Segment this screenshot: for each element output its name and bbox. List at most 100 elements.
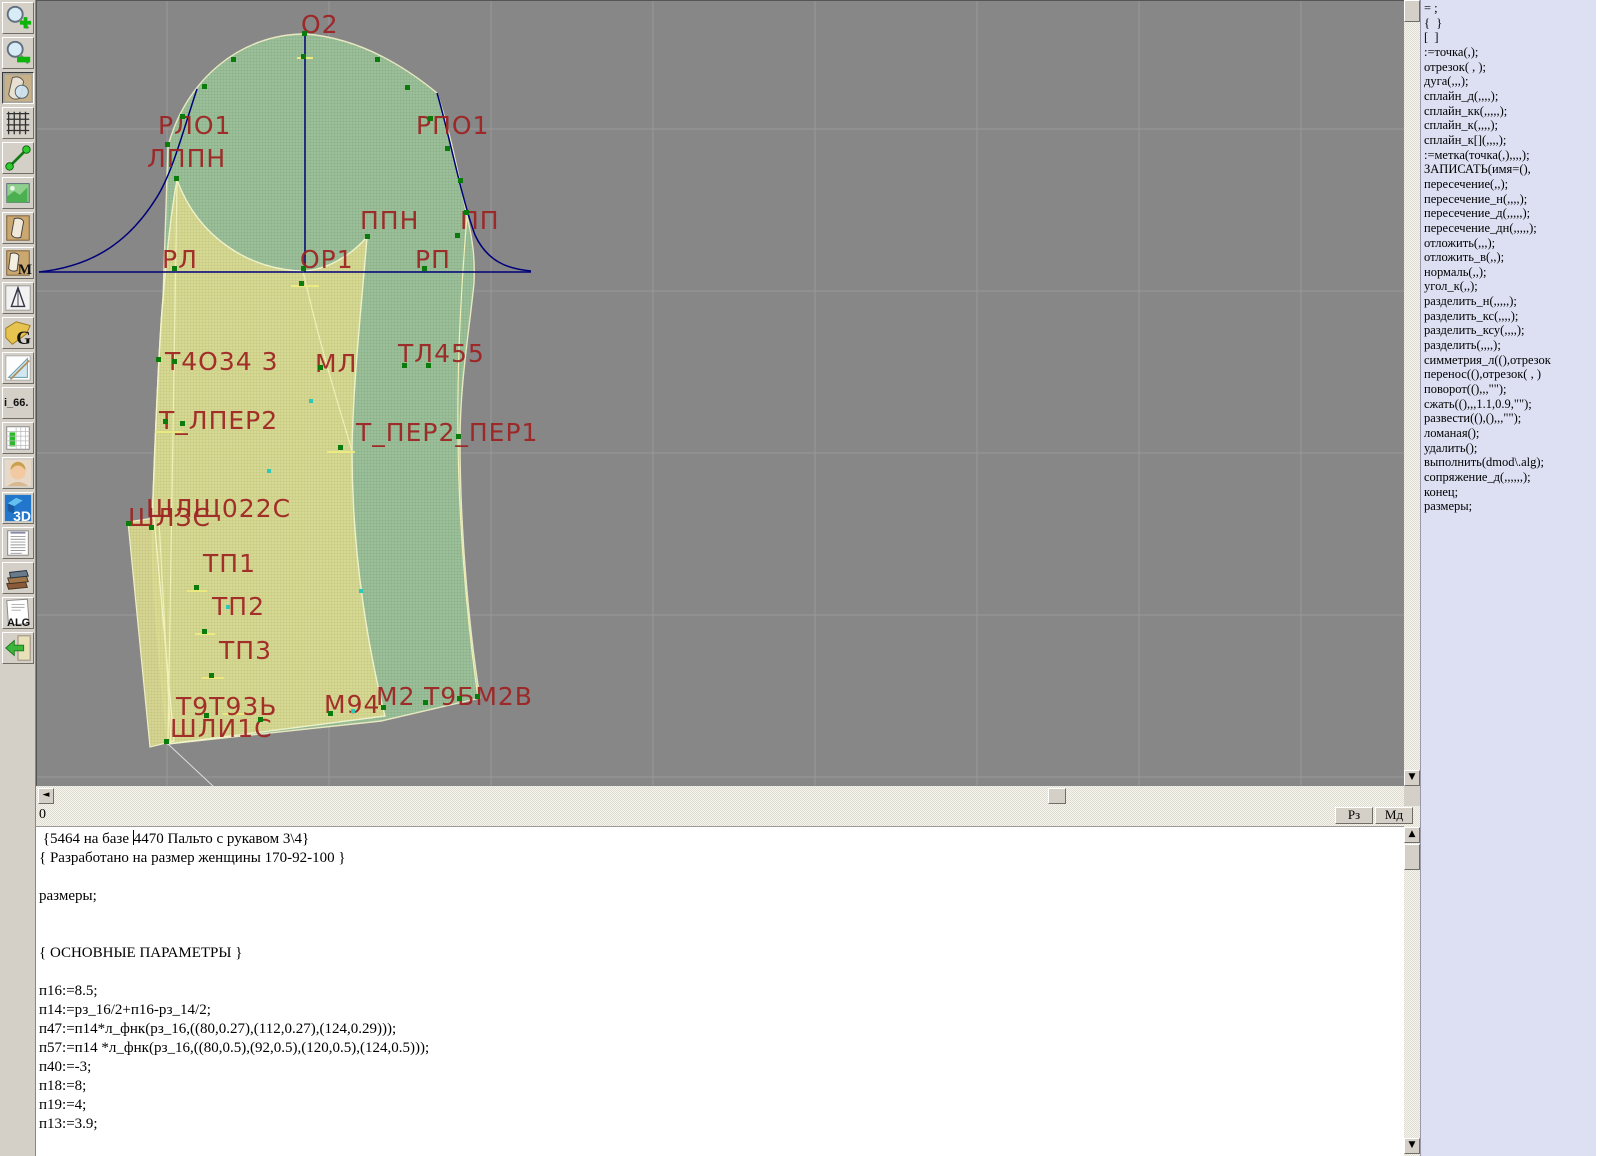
sidebar-command[interactable]: симметрия_л((),отрезок: [1421, 353, 1600, 368]
sidebar-command[interactable]: разделить_кс(,,,,);: [1421, 309, 1600, 324]
sidebar-command[interactable]: развести((),(),,,"");: [1421, 411, 1600, 426]
vscroll-thumb[interactable]: [1404, 0, 1420, 22]
editor-line: п13:=3.9;: [39, 1116, 98, 1132]
3d-button[interactable]: 3D: [2, 492, 34, 524]
app-window: { "colors": { "canvas_bg": "#878787", "m…: [0, 0, 1600, 1156]
command-sidebar: = ;{ }[ ]:=точка(,); отрезок( , ); дуга(,,…: [1420, 0, 1600, 1156]
sidebar-command[interactable]: пересечение_дн(,,,,,);: [1421, 221, 1600, 236]
canvas-vscrollbar[interactable]: ▲ ▼: [1404, 0, 1420, 786]
sidebar-command[interactable]: = ;: [1421, 1, 1600, 16]
scroll-left-icon[interactable]: ◄: [38, 788, 54, 804]
grid-button[interactable]: [2, 107, 34, 139]
sidebar-command[interactable]: поворот((),,,"");: [1421, 382, 1600, 397]
sidebar-command[interactable]: пересечение(,,);: [1421, 177, 1600, 192]
i66-button[interactable]: i_66.: [2, 387, 34, 419]
sidebar-command[interactable]: сопряжение_д(,,,,,,);: [1421, 470, 1600, 485]
sidebar-command[interactable]: ломаная();: [1421, 426, 1600, 441]
sidebar-command[interactable]: ЗАПИСАТЬ(имя=(),: [1421, 162, 1600, 177]
sidebar-command[interactable]: дуга(,,,);: [1421, 74, 1600, 89]
piece-preview-button[interactable]: [2, 212, 34, 244]
sidebar-command[interactable]: сплайн_к(,,,,);: [1421, 118, 1600, 133]
pattern-label: ЛППН: [147, 144, 227, 173]
rz-button[interactable]: Рз: [1335, 807, 1373, 824]
sidebar-command[interactable]: { }: [1421, 16, 1600, 31]
segment-button[interactable]: [2, 142, 34, 174]
sidebar-command[interactable]: :=точка(,);: [1421, 45, 1600, 60]
sidebar-command[interactable]: конец;: [1421, 485, 1600, 500]
zoom-in-button[interactable]: [2, 2, 34, 34]
table-button[interactable]: [2, 422, 34, 454]
pattern-label: ТП2: [212, 592, 265, 621]
sidebar-command[interactable]: разделить_ксу(,,,,);: [1421, 323, 1600, 338]
sidebar-command[interactable]: отложить_в(,,);: [1421, 250, 1600, 265]
scroll-down-icon[interactable]: ▼: [1404, 770, 1420, 786]
sidebar-command[interactable]: сжать((),,,1.1,0.9,"");: [1421, 397, 1600, 412]
scroll-down-icon[interactable]: ▼: [1404, 1138, 1420, 1154]
point-marker: [426, 363, 431, 368]
editor-line: п16:=8.5;: [39, 983, 98, 999]
sidebar-command[interactable]: сплайн_д(,,,,);: [1421, 89, 1600, 104]
exit-button[interactable]: [2, 632, 34, 664]
picture-button[interactable]: [2, 177, 34, 209]
sidebar-command[interactable]: угол_к(,,);: [1421, 279, 1600, 294]
point-marker: [328, 711, 333, 716]
point-marker: [445, 146, 450, 151]
sidebar-command[interactable]: отрезок( , );: [1421, 60, 1600, 75]
sidebar-command[interactable]: отложить(,,,);: [1421, 236, 1600, 251]
sidebar-command[interactable]: разделить(,,,,);: [1421, 338, 1600, 353]
hscroll-thumb[interactable]: [1048, 788, 1066, 804]
photo-button[interactable]: [2, 457, 34, 489]
point-marker: [458, 178, 463, 183]
point-marker-teal: [226, 605, 230, 609]
point-marker: [126, 521, 131, 526]
pattern-label: Т4О34 3: [165, 347, 279, 376]
point-marker: [299, 281, 304, 286]
point-marker: [464, 210, 469, 215]
sidebar-command[interactable]: нормаль(,,);: [1421, 265, 1600, 280]
view-piece-button[interactable]: [2, 72, 34, 104]
vscroll-thumb[interactable]: [1404, 844, 1420, 870]
sidebar-command[interactable]: сплайн_к[](,,,,);: [1421, 133, 1600, 148]
alg-button[interactable]: ALG: [2, 597, 34, 629]
point-marker: [301, 54, 306, 59]
point-marker: [428, 116, 433, 121]
scroll-up-icon[interactable]: ▲: [1404, 827, 1420, 843]
sidebar-command[interactable]: пересечение_д(,,,,,);: [1421, 206, 1600, 221]
point-marker: [302, 31, 307, 36]
md-button[interactable]: Мд: [1375, 807, 1413, 824]
ruler-button[interactable]: [2, 352, 34, 384]
point-marker: [455, 233, 460, 238]
sidebar-command[interactable]: :=метка(точка(,),,,,);: [1421, 148, 1600, 163]
g-tool-button[interactable]: G: [2, 317, 34, 349]
zoom-out-button[interactable]: [2, 37, 34, 69]
point-marker: [164, 739, 169, 744]
books-button[interactable]: [2, 562, 34, 594]
pattern-label: Т_ЛПЕР2: [159, 406, 279, 435]
editor-line: п18:=8;: [39, 1078, 87, 1094]
canvas-hscrollbar[interactable]: ◄: [36, 786, 1404, 806]
editor-line: { Разработано на размер женщины 170-92-1…: [39, 850, 346, 866]
measure-button[interactable]: [2, 282, 34, 314]
sidebar-command[interactable]: размеры;: [1421, 499, 1600, 514]
piece-m-button[interactable]: M: [2, 247, 34, 279]
program-editor[interactable]: {5464 на базе 4470 Пальто с рукавом 3\4}…: [36, 826, 1404, 1156]
sidebar-command[interactable]: [ ]: [1421, 30, 1600, 45]
point-marker: [194, 585, 199, 590]
editor-line: п19:=4;: [39, 1097, 87, 1113]
point-marker: [457, 696, 462, 701]
sidebar-command[interactable]: перенос((),отрезок( , ): [1421, 367, 1600, 382]
point-marker: [365, 234, 370, 239]
toolbar: M Gi_66. 3D ALG: [0, 0, 36, 1156]
pattern-canvas[interactable]: О2 РЛО1 ЛППН РПО1 ППН ПП РЛ ОР1 РП Т4О34 3 МЛ ТЛ455…: [36, 0, 1405, 787]
editor-vscrollbar[interactable]: ▲ ▼: [1404, 826, 1420, 1156]
doc-list-button[interactable]: [2, 527, 34, 559]
point-marker: [475, 694, 480, 699]
sidebar-command[interactable]: выполнить(dmod\.alg);: [1421, 455, 1600, 470]
sidebar-command[interactable]: пересечение_н(,,,,);: [1421, 192, 1600, 207]
sidebar-command[interactable]: разделить_н(,,,,,);: [1421, 294, 1600, 309]
sidebar-command[interactable]: сплайн_кк(,,,,,);: [1421, 104, 1600, 119]
point-marker: [174, 176, 179, 181]
sidebar-command[interactable]: удалить();: [1421, 441, 1600, 456]
